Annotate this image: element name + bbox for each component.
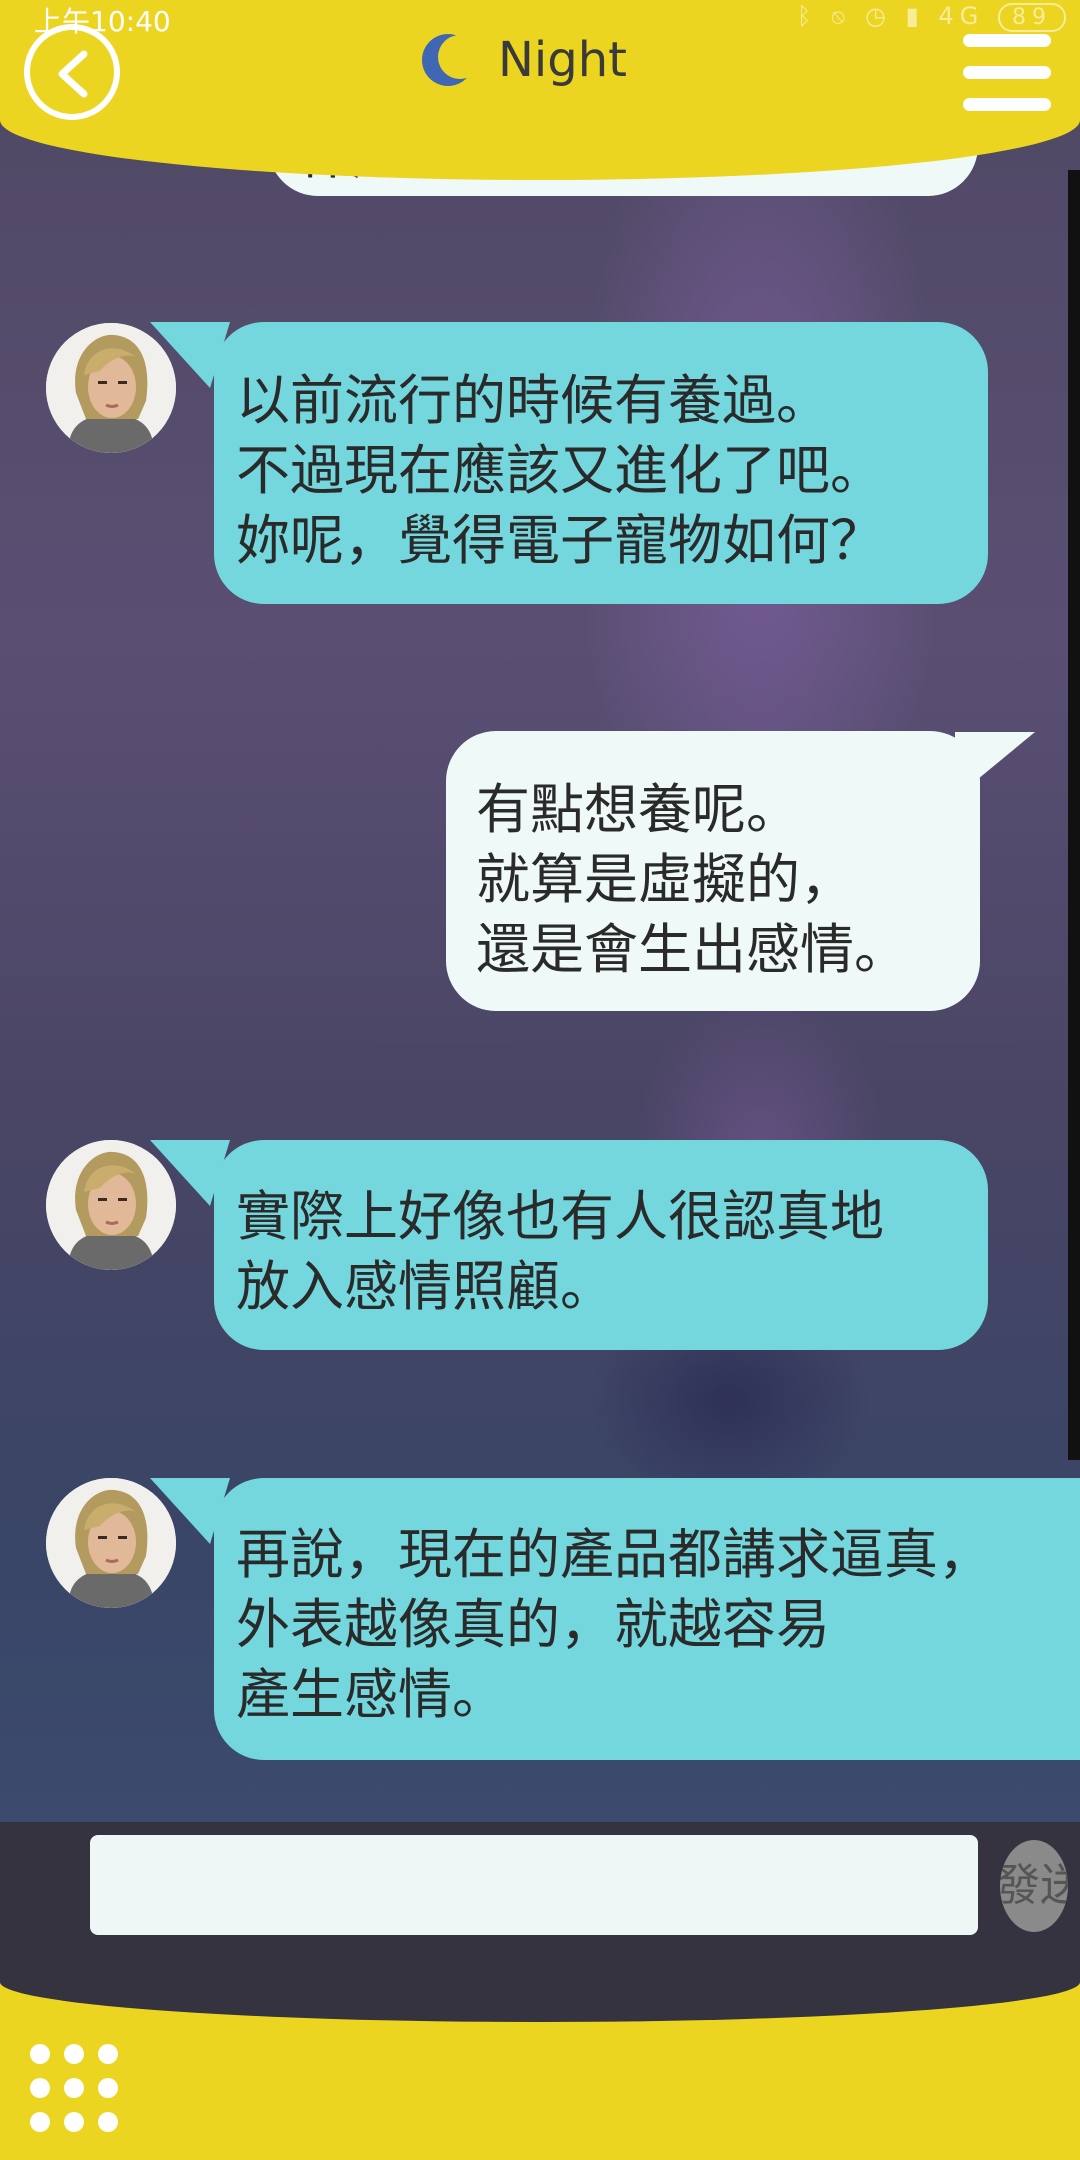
character-portrait [46, 323, 176, 453]
avatar[interactable] [46, 1140, 176, 1270]
grid-dot [98, 2078, 118, 2098]
moon-icon [422, 34, 476, 86]
message-text: 再說，現在的產品都講求逼真， 外表越像真的，就越容易 產生感情。 [236, 1523, 992, 1726]
grid-dot [64, 2044, 84, 2064]
alarm-icon: ◷ [865, 2, 892, 30]
battery-indicator: 89 [998, 3, 1066, 32]
avatar[interactable] [46, 323, 176, 453]
message-text: 以前流行的時候有養過。 不過現在應該又進化了吧。 妳呢，覺得電子寵物如何？ [236, 369, 884, 572]
grid-dot [64, 2078, 84, 2098]
apps-button[interactable] [30, 2044, 120, 2134]
send-button[interactable]: 發送 [1000, 1840, 1068, 1932]
grid-dots-icon [30, 2044, 50, 2064]
message-text: 有點想養呢。 就算是虛擬的， 還是會生出感情。 [476, 778, 908, 981]
character-portrait [46, 1140, 176, 1270]
back-button[interactable] [24, 24, 120, 120]
hamburger-menu-icon [963, 34, 1051, 47]
grid-dot [98, 2044, 118, 2064]
grid-dot [64, 2112, 84, 2132]
network-type: 4G [938, 2, 985, 30]
signal-icon: ▮ [905, 2, 925, 30]
message-text: 實際上好像也有人很認真地 放入感情照顧。 [236, 1185, 884, 1318]
message-input[interactable] [90, 1835, 978, 1935]
bluetooth-icon: ᛒ [796, 2, 818, 30]
grid-dot [30, 2112, 50, 2132]
message-bubble-sent: 有點想養呢。 就算是虛擬的， 還是會生出感情。 [446, 731, 980, 1011]
header-title-group: Night [420, 28, 627, 92]
menu-line [963, 66, 1051, 79]
message-bubble-received: 實際上好像也有人很認真地 放入感情照顧。 [214, 1140, 988, 1350]
mute-icon: ⍉ [830, 2, 852, 30]
scroll-edge [1068, 170, 1080, 1460]
status-icons: ᛒ ⍉ ◷ ▮ 4G 89 [797, 2, 1066, 32]
page-title: Night [498, 32, 627, 88]
menu-line [963, 98, 1051, 111]
avatar[interactable] [46, 1478, 176, 1608]
chevron-left-icon [58, 50, 88, 98]
menu-button[interactable] [963, 34, 1051, 112]
character-portrait [46, 1478, 176, 1608]
grid-dot [30, 2078, 50, 2098]
message-bubble-received: 再說，現在的產品都講求逼真， 外表越像真的，就越容易 產生感情。 [214, 1478, 1080, 1760]
message-bubble-received: 以前流行的時候有養過。 不過現在應該又進化了吧。 妳呢，覺得電子寵物如何？ [214, 322, 988, 604]
grid-dot [98, 2112, 118, 2132]
